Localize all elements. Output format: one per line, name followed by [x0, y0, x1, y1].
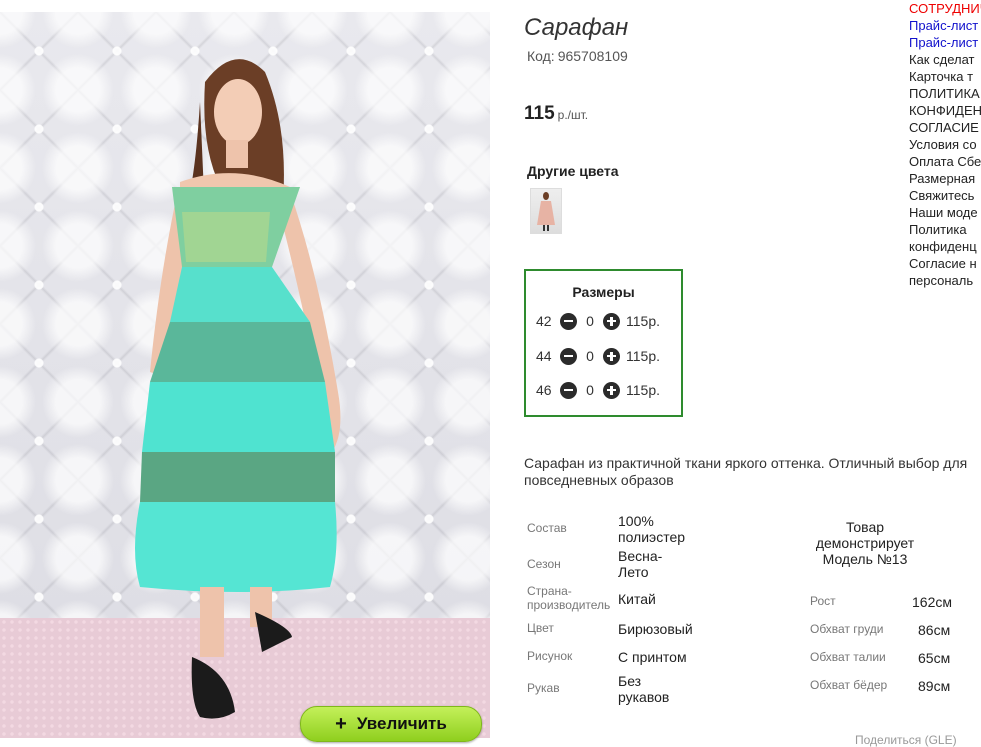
measurement-label: Рост: [810, 594, 836, 608]
product-code-label: Код:: [527, 48, 555, 64]
size-quantity[interactable]: 0: [577, 348, 603, 364]
size-label: 42: [536, 313, 552, 329]
attr-label: Сезон: [527, 557, 561, 571]
price-unit: р./шт.: [557, 108, 589, 122]
size-row: 44 0 115р.: [536, 346, 660, 366]
product-price: 115 р./шт.: [524, 103, 588, 125]
size-price: 115р.: [626, 382, 660, 398]
measurement-value: 162см: [912, 594, 952, 610]
minus-icon[interactable]: [560, 381, 577, 399]
measurement-label: Обхват бёдер: [810, 678, 888, 692]
side-menu-link[interactable]: Условия со: [909, 136, 981, 153]
zoom-button[interactable]: + Увеличить: [300, 706, 482, 742]
side-menu-link[interactable]: Оплата Сбе: [909, 153, 981, 170]
size-price: 115р.: [626, 348, 660, 364]
side-menu-link[interactable]: Прайс-лист: [909, 17, 981, 34]
size-price: 115р.: [626, 313, 660, 329]
attr-value: Китай: [618, 591, 656, 607]
product-description: Сарафан из практичной ткани яркого оттен…: [524, 455, 968, 488]
zoom-button-label: Увеличить: [356, 714, 447, 733]
attr-label: Страна-производитель: [527, 584, 611, 612]
attr-value: С принтом: [618, 649, 687, 665]
size-quantity[interactable]: 0: [577, 382, 603, 398]
side-menu-link[interactable]: СОГЛАСИЕ: [909, 119, 981, 136]
product-photo[interactable]: [0, 12, 490, 738]
minus-icon[interactable]: [560, 312, 577, 330]
attr-label: Цвет: [527, 621, 554, 635]
measurement-value: 86см: [918, 622, 951, 638]
plus-icon[interactable]: [603, 381, 620, 399]
side-menu-link[interactable]: Свяжитесь: [909, 187, 981, 204]
sizes-box: Размеры 42 0 115р. 44 0 115р. 46 0 115р.: [524, 269, 683, 417]
size-label: 46: [536, 382, 552, 398]
side-menu: СОТРУДНИЧ Прайс-лист Прайс-лист Как сделат К…: [909, 0, 981, 289]
footer-note: Поделиться (GLE): [855, 733, 957, 747]
plus-icon: +: [335, 713, 347, 735]
side-menu-link[interactable]: Размерная: [909, 170, 981, 187]
side-menu-link[interactable]: СОТРУДНИЧ: [909, 0, 981, 17]
size-quantity[interactable]: 0: [577, 313, 603, 329]
minus-icon[interactable]: [560, 347, 577, 365]
size-label: 44: [536, 348, 552, 364]
measurement-value: 65см: [918, 650, 951, 666]
size-row: 42 0 115р.: [536, 311, 660, 331]
side-menu-link[interactable]: КОНФИДЕН: [909, 102, 981, 119]
measurement-value: 89см: [918, 678, 951, 694]
side-menu-link[interactable]: Как сделат: [909, 51, 981, 68]
sizes-header: Размеры: [572, 284, 635, 300]
product-code-value: 965708109: [557, 48, 628, 64]
color-variant-thumbnail[interactable]: [530, 188, 562, 234]
model-caption: Товар демонстрирует Модель №13: [815, 519, 915, 567]
side-menu-link[interactable]: Согласие н: [909, 255, 981, 272]
side-menu-link[interactable]: Политика: [909, 221, 981, 238]
product-title: Сарафан: [524, 14, 629, 41]
side-menu-link[interactable]: конфиденц: [909, 238, 981, 255]
attr-label: Рукав: [527, 681, 560, 695]
attr-label: Рисунок: [527, 649, 573, 663]
attr-label: Состав: [527, 521, 567, 535]
attr-value: Бирюзовый: [618, 621, 693, 637]
model-figure: [135, 59, 341, 719]
attr-value: Без рукавов: [618, 673, 670, 705]
price-value: 115: [524, 103, 555, 124]
side-menu-link[interactable]: Карточка т: [909, 68, 981, 85]
measurement-label: Обхват груди: [810, 622, 884, 636]
measurement-label: Обхват талии: [810, 650, 886, 664]
side-menu-link[interactable]: Прайс-лист: [909, 34, 981, 51]
plus-icon[interactable]: [603, 312, 620, 330]
side-menu-link[interactable]: ПОЛИТИКА: [909, 85, 981, 102]
plus-icon[interactable]: [603, 347, 620, 365]
side-menu-link[interactable]: персональ: [909, 272, 981, 289]
side-menu-link[interactable]: Наши моде: [909, 204, 981, 221]
attr-value: 100% полиэстер: [618, 513, 686, 545]
product-code: Код: 965708109: [524, 48, 628, 64]
other-colors-label: Другие цвета: [527, 163, 619, 179]
attr-value: Весна-Лето: [618, 548, 663, 580]
size-row: 46 0 115р.: [536, 380, 660, 400]
thumbnail-figure-icon: [537, 192, 555, 231]
